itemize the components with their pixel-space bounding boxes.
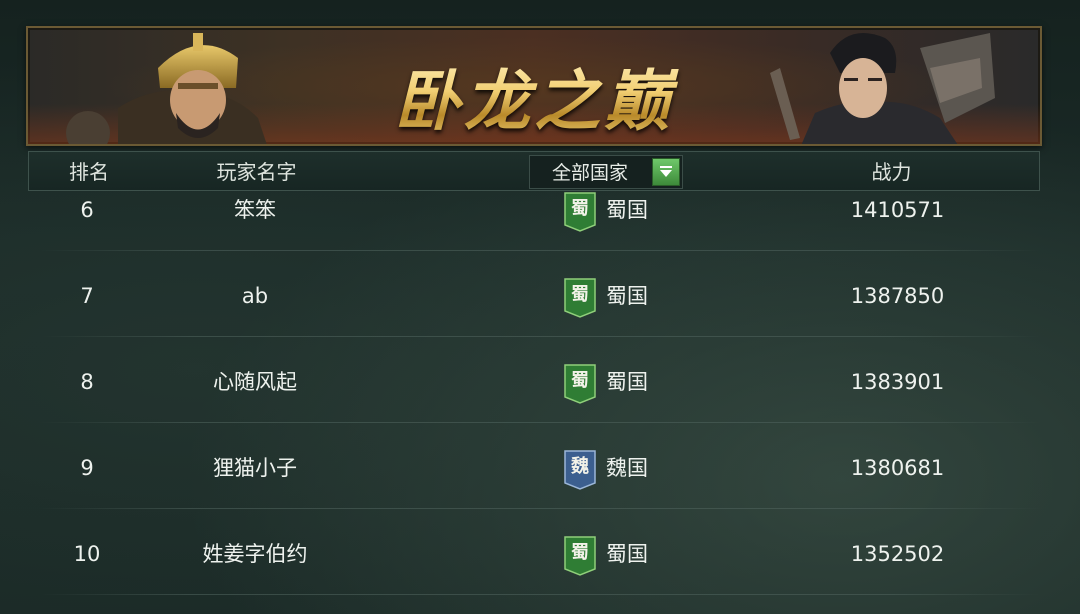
badge-glyph: 蜀 bbox=[571, 370, 589, 391]
shu-faction-badge-icon: 蜀 bbox=[564, 364, 596, 404]
row-power: 1410571 bbox=[850, 198, 945, 222]
table-row[interactable]: 8 心随风起 蜀 蜀国 1383901 bbox=[40, 339, 1050, 425]
banner-title: 卧龙之巅 bbox=[28, 48, 1040, 144]
row-country-name: 蜀国 bbox=[606, 370, 648, 394]
badge-glyph: 蜀 bbox=[571, 198, 589, 219]
row-country: 蜀 蜀国 bbox=[564, 339, 704, 425]
row-rank: 7 bbox=[80, 284, 94, 308]
row-player-name: ab bbox=[241, 284, 269, 308]
table-row[interactable]: 7 ab 蜀 蜀国 1387850 bbox=[40, 253, 1050, 339]
table-row[interactable]: 9 狸猫小子 魏 魏国 1380681 bbox=[40, 425, 1050, 511]
row-rank: 10 bbox=[73, 542, 101, 566]
shu-faction-badge-icon: 蜀 bbox=[564, 536, 596, 576]
row-rank: 6 bbox=[80, 198, 94, 222]
row-player-name: 狸猫小子 bbox=[213, 456, 297, 480]
row-rank: 9 bbox=[80, 456, 94, 480]
row-player-name: 姓姜字伯约 bbox=[202, 542, 308, 566]
row-country: 魏 魏国 bbox=[564, 425, 704, 511]
row-power: 1352502 bbox=[850, 542, 945, 566]
row-power: 1387850 bbox=[850, 284, 945, 308]
row-country: 蜀 蜀国 bbox=[564, 511, 704, 597]
row-power: 1380681 bbox=[850, 456, 945, 480]
table-row[interactable]: 10 姓姜字伯约 蜀 蜀国 1352502 bbox=[40, 511, 1050, 597]
row-power: 1383901 bbox=[850, 370, 945, 394]
table-row[interactable]: 6 笨笨 蜀 蜀国 1410571 bbox=[40, 167, 1050, 253]
row-country: 蜀 蜀国 bbox=[564, 253, 704, 339]
row-player-name: 笨笨 bbox=[234, 198, 276, 222]
row-country-name: 蜀国 bbox=[606, 284, 648, 308]
title-banner: 卧龙之巅 bbox=[26, 26, 1042, 146]
row-country-name: 魏国 bbox=[606, 456, 648, 480]
shu-faction-badge-icon: 蜀 bbox=[564, 278, 596, 318]
wei-faction-badge-icon: 魏 bbox=[564, 450, 596, 490]
row-player-name: 心随风起 bbox=[213, 370, 297, 394]
row-country: 蜀 蜀国 bbox=[564, 167, 704, 253]
badge-glyph: 魏 bbox=[571, 456, 589, 477]
row-country-name: 蜀国 bbox=[606, 198, 648, 222]
row-rank: 8 bbox=[80, 370, 94, 394]
row-country-name: 蜀国 bbox=[606, 542, 648, 566]
badge-glyph: 蜀 bbox=[571, 284, 589, 305]
shu-faction-badge-icon: 蜀 bbox=[564, 192, 596, 232]
badge-glyph: 蜀 bbox=[571, 542, 589, 563]
